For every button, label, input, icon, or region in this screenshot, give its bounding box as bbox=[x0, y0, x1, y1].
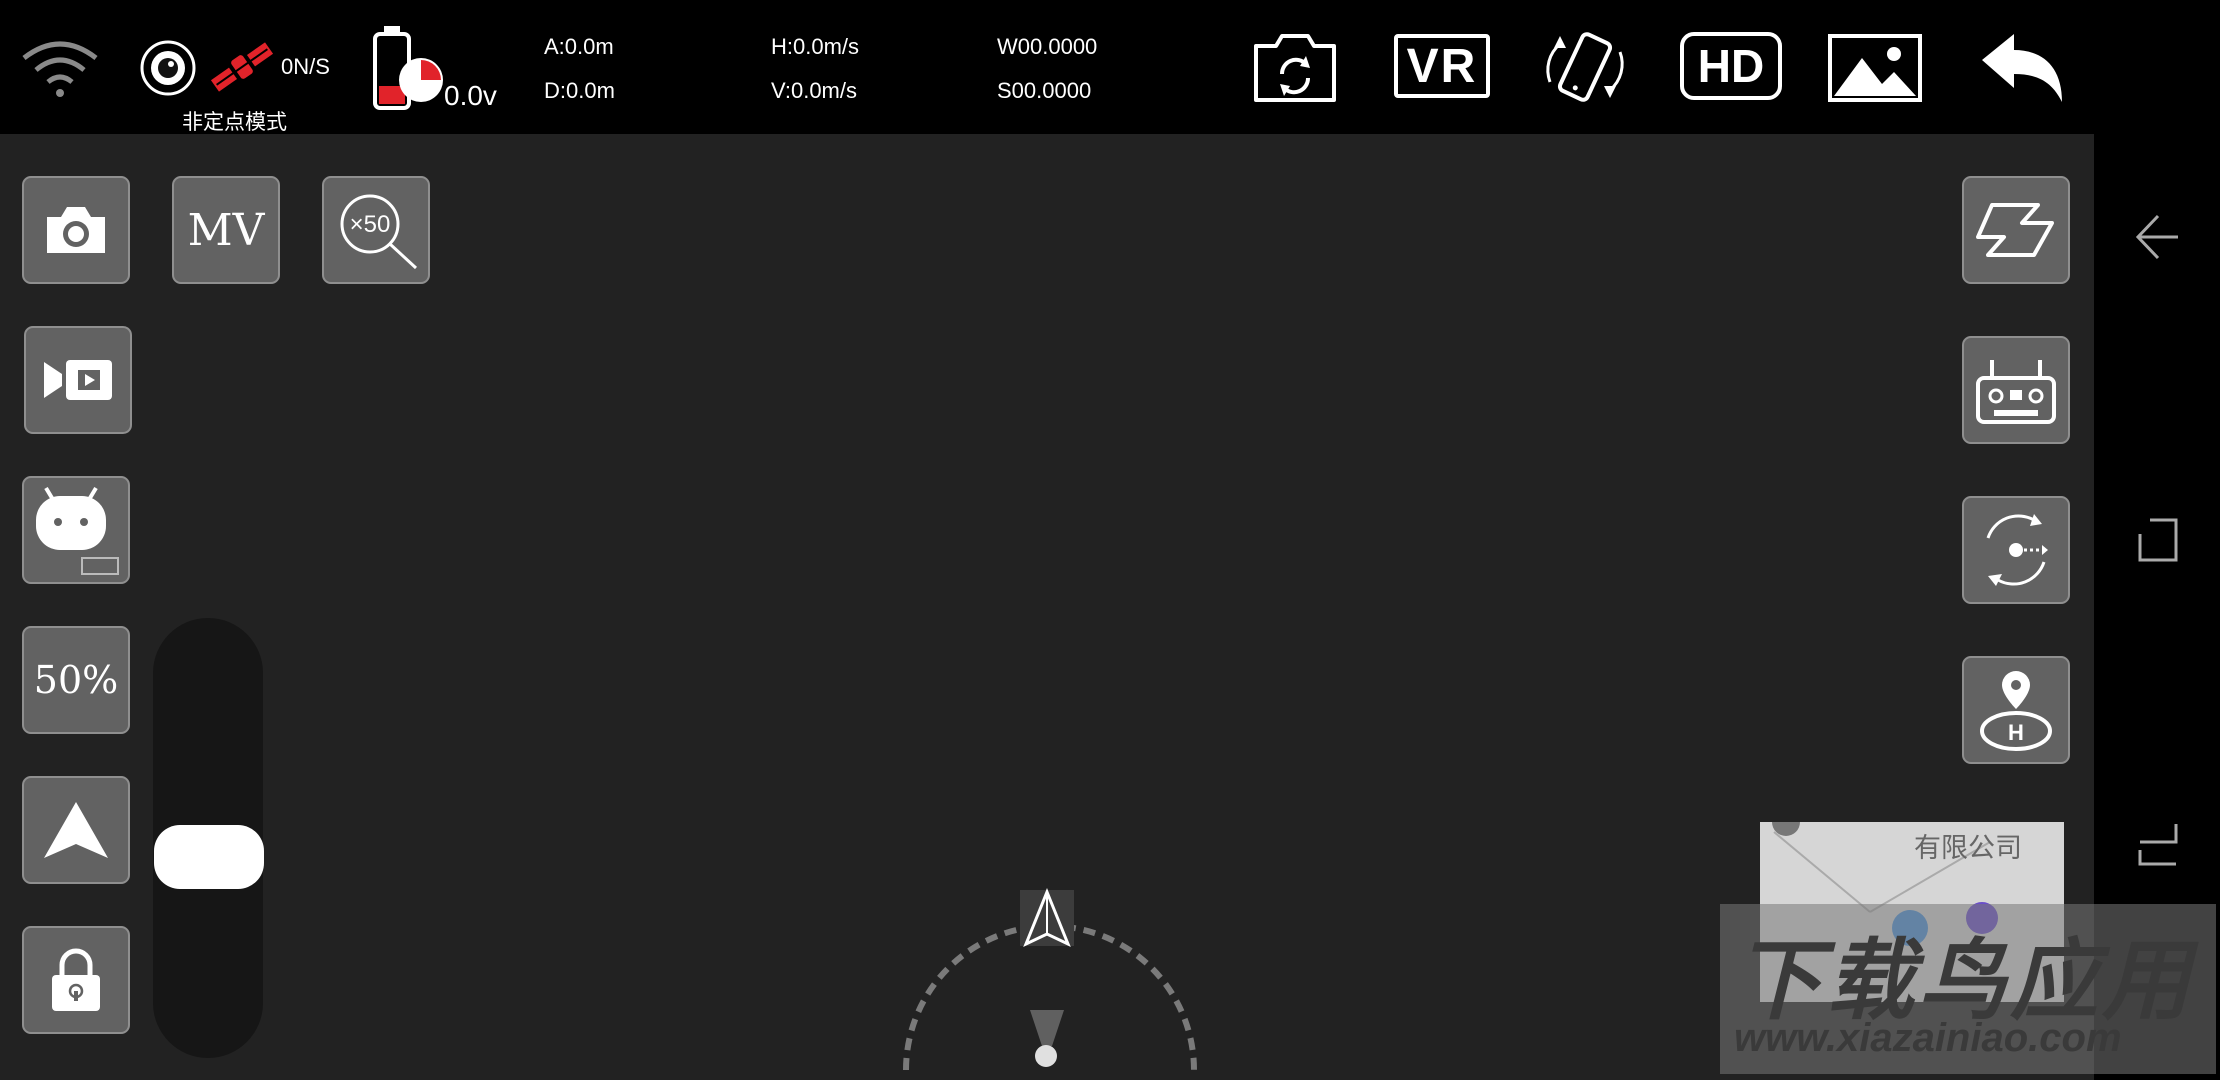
distance-readout: D:0.0m bbox=[544, 78, 615, 103]
battery-icon bbox=[373, 26, 443, 110]
speed-button[interactable]: 50% bbox=[22, 626, 130, 734]
longitude-readout: W00.0000 bbox=[997, 34, 1098, 59]
mv-button[interactable]: MV bbox=[172, 176, 280, 284]
orbit-mode-button[interactable] bbox=[1962, 496, 2070, 604]
battery-voltage: 0.0v bbox=[444, 80, 497, 111]
headless-button[interactable] bbox=[22, 776, 130, 884]
speed-label: 50% bbox=[33, 658, 119, 702]
robot-face-icon bbox=[36, 486, 119, 575]
nav-switch-icon[interactable] bbox=[2136, 822, 2180, 868]
home-point-icon: H bbox=[1980, 671, 2052, 751]
nav-back-icon[interactable] bbox=[2136, 212, 2180, 262]
video-record-button[interactable] bbox=[24, 326, 132, 434]
remote-controller-icon bbox=[1976, 360, 2056, 424]
zoom-button[interactable]: ×50 bbox=[322, 176, 430, 284]
lock-icon bbox=[52, 948, 100, 1011]
gps-count: 0N/S bbox=[281, 54, 330, 79]
svg-text:H: H bbox=[2008, 720, 2024, 745]
minimap-label: 有限公司 bbox=[1914, 833, 2022, 863]
remote-controller-button[interactable] bbox=[1962, 336, 2070, 444]
mv-label: MV bbox=[187, 204, 265, 256]
hd-label: HD bbox=[1697, 40, 1765, 92]
drone-mode-button[interactable] bbox=[22, 476, 130, 584]
navigation-arrow-icon bbox=[44, 802, 108, 858]
orbit-icon bbox=[1986, 514, 2048, 586]
video-camera-icon bbox=[44, 360, 112, 400]
nav-recents-icon[interactable] bbox=[2136, 516, 2180, 564]
camera-switch-icon[interactable] bbox=[1250, 30, 1340, 104]
flight-mode-label: 非定点模式 bbox=[182, 111, 287, 134]
vr-button[interactable]: VR bbox=[1394, 34, 1490, 98]
zoom-label: ×50 bbox=[350, 211, 391, 238]
vr-label: VR bbox=[1406, 39, 1478, 93]
wifi-icon bbox=[22, 41, 98, 97]
throttle-slider-knob[interactable] bbox=[154, 824, 264, 889]
horizontal-speed-readout: H:0.0m/s bbox=[771, 34, 860, 59]
photo-button[interactable] bbox=[22, 176, 130, 284]
back-arrow-icon[interactable] bbox=[1978, 32, 2066, 104]
altitude-readout: A:0.0m bbox=[544, 34, 614, 59]
satellite-icon bbox=[210, 42, 274, 92]
hd-button[interactable]: HD bbox=[1680, 32, 1782, 100]
takeoff-pad-icon bbox=[1976, 203, 2054, 257]
camera-icon bbox=[47, 207, 105, 253]
compass-indicator bbox=[903, 887, 1197, 1071]
latitude-readout: S00.0000 bbox=[997, 78, 1092, 103]
eye-icon[interactable] bbox=[140, 40, 196, 96]
takeoff-land-button[interactable] bbox=[1962, 176, 2070, 284]
return-home-button[interactable]: H bbox=[1962, 656, 2070, 764]
gallery-icon[interactable] bbox=[1828, 34, 1922, 102]
phone-rotate-icon[interactable] bbox=[1538, 26, 1632, 108]
vertical-speed-readout: V:0.0m/s bbox=[771, 78, 857, 103]
drone-position-dot bbox=[1035, 1045, 1057, 1067]
watermark-url: www.xiazainiao.com bbox=[1734, 1016, 2122, 1060]
watermark: 下载鸟应用 www.xiazainiao.com bbox=[1720, 904, 2216, 1074]
lock-button[interactable] bbox=[22, 926, 130, 1034]
zoom-magnifier-icon: ×50 bbox=[340, 194, 418, 270]
